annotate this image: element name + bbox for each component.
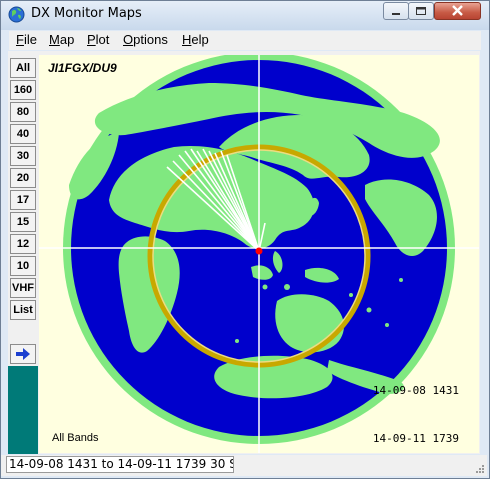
island (366, 307, 372, 313)
sidebar-footer (8, 366, 38, 454)
status-bar: 14-09-08 1431 to 14-09-11 1739 30 Sp (1, 455, 487, 476)
station-marker (255, 247, 263, 255)
status-text: 14-09-08 1431 to 14-09-11 1739 30 Sp (6, 456, 234, 473)
band-button-160[interactable]: 160 (10, 80, 36, 100)
band-button-list[interactable]: List (10, 300, 36, 320)
menu-map[interactable]: Map (49, 32, 74, 47)
right-arrow-icon (16, 348, 30, 360)
band-button-10[interactable]: 10 (10, 256, 36, 276)
band-button-30[interactable]: 30 (10, 146, 36, 166)
close-button[interactable] (434, 2, 481, 20)
minimize-icon (392, 13, 400, 15)
band-button-all[interactable]: All (10, 58, 36, 78)
band-button-15[interactable]: 15 (10, 212, 36, 232)
resize-grip-icon[interactable] (473, 462, 485, 474)
band-filter-label: All Bands (52, 432, 99, 444)
start-timestamp: 14-09-08 1431 (372, 384, 459, 397)
close-icon (452, 5, 463, 16)
callsign-label: JI1FGX/DU9 (48, 61, 117, 75)
band-button-20[interactable]: 20 (10, 168, 36, 188)
band-button-80[interactable]: 80 (10, 102, 36, 122)
end-timestamp: 14-09-11 1739 (372, 432, 459, 445)
island (262, 284, 268, 290)
title-bar[interactable]: DX Monitor Maps (1, 1, 489, 30)
island (235, 339, 239, 343)
minimize-button[interactable] (383, 2, 409, 20)
island (284, 284, 290, 290)
menu-file[interactable]: File (16, 32, 37, 47)
menu-options[interactable]: Options (123, 32, 168, 47)
band-button-40[interactable]: 40 (10, 124, 36, 144)
band-button-17[interactable]: 17 (10, 190, 36, 210)
window-title: DX Monitor Maps (31, 6, 142, 21)
island (399, 278, 403, 282)
maximize-button[interactable] (408, 2, 434, 20)
dx-map[interactable]: JI1FGX/DU9 14-09-08 1431 14-09-11 1739 A… (39, 55, 479, 453)
menu-help[interactable]: Help (182, 32, 209, 47)
island (349, 293, 353, 297)
maximize-icon (416, 7, 426, 15)
band-button-12[interactable]: 12 (10, 234, 36, 254)
band-button-vhf[interactable]: VHF (10, 278, 36, 298)
next-button[interactable] (10, 344, 36, 364)
menu-bar: File Map Plot Options Help (9, 31, 481, 50)
island (385, 323, 389, 327)
globe-icon (8, 6, 25, 23)
menu-plot[interactable]: Plot (87, 32, 109, 47)
